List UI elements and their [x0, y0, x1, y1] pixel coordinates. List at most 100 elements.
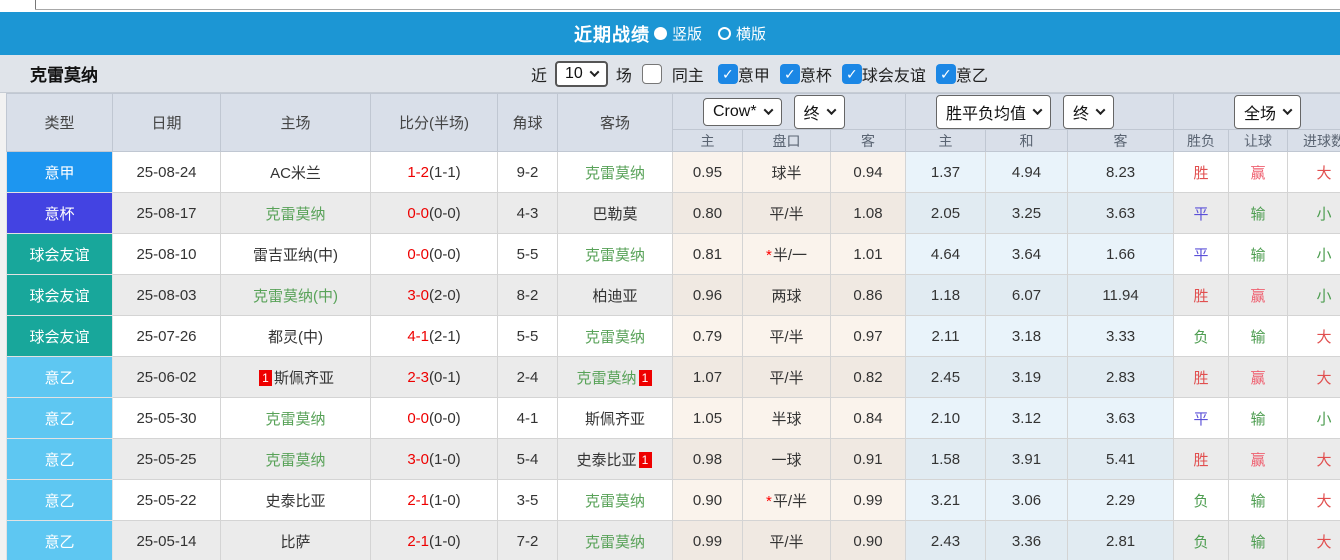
table-row: 球会友谊 25-08-10 雷吉亚纳(中) 0-0(0-0) 5-5 克雷莫纳 … [7, 234, 1340, 275]
score-fulltime: 0-0 [407, 410, 429, 427]
red-card-badge: 1 [639, 370, 652, 386]
header-corner: 角球 [498, 94, 558, 152]
league-checkbox-serie-b[interactable]: ✓ [936, 64, 956, 84]
cell-result: 胜 [1174, 275, 1229, 316]
cell-result: 负 [1174, 480, 1229, 521]
cell-goals-result: 小 [1288, 234, 1340, 275]
cell-home-team: AC米兰 [221, 152, 371, 193]
horizontal-layout-label[interactable]: 横版 [736, 23, 766, 44]
league-checkbox-coppa-italia[interactable]: ✓ [780, 64, 800, 84]
bookmaker-dropdown[interactable]: Crow* [703, 98, 782, 126]
cell-score: 1-2(1-1) [371, 152, 498, 193]
league-label-serie-b[interactable]: 意乙 [956, 62, 988, 86]
cell-mean-draw: 4.94 [986, 152, 1068, 193]
cell-mean-away: 1.66 [1068, 234, 1174, 275]
subheader-mean-away: 客 [1068, 130, 1174, 152]
league-checkbox-serie-a[interactable]: ✓ [718, 64, 738, 84]
red-card-badge: 1 [639, 452, 652, 468]
subheader-goals: 进球数 [1288, 130, 1340, 152]
cell-mean-home: 4.64 [906, 234, 986, 275]
cell-mean-home: 1.18 [906, 275, 986, 316]
match-count-select[interactable]: 10 [555, 61, 608, 87]
cell-corners: 5-5 [498, 234, 558, 275]
fullmatch-dropdown[interactable]: 全场 [1234, 95, 1301, 129]
cell-date: 25-05-22 [113, 480, 221, 521]
cell-score: 4-1(2-1) [371, 316, 498, 357]
team-name: 斯佩齐亚 [585, 411, 645, 428]
cell-mean-home: 2.05 [906, 193, 986, 234]
cell-handicap-result: 输 [1229, 480, 1288, 521]
team-name: 斯佩齐亚 [274, 370, 334, 387]
title-bar: 近期战绩 竖版 横版 [0, 12, 1340, 55]
cell-mean-away: 3.63 [1068, 398, 1174, 439]
vertical-layout-label[interactable]: 竖版 [672, 23, 702, 44]
cell-handicap-result: 赢 [1229, 152, 1288, 193]
cell-away-team: 巴勒莫 [558, 193, 673, 234]
odds-state-dropdown[interactable]: 终 [794, 95, 845, 129]
cell-odds-away: 0.86 [831, 275, 906, 316]
score-halftime: (2-1) [429, 328, 461, 345]
league-label-club-friendly[interactable]: 球会友谊 [862, 62, 926, 86]
team-name: 比萨 [280, 534, 310, 551]
cell-score: 0-0(0-0) [371, 398, 498, 439]
league-label-coppa-italia[interactable]: 意杯 [800, 62, 832, 86]
cell-odds-home: 0.98 [673, 439, 743, 480]
cell-away-team: 克雷莫纳 [558, 521, 673, 560]
star-marker: * [766, 493, 772, 510]
league-label-serie-a[interactable]: 意甲 [738, 62, 770, 86]
cell-corners: 5-4 [498, 439, 558, 480]
cell-mean-draw: 3.12 [986, 398, 1068, 439]
subheader-mean-home: 主 [906, 130, 986, 152]
cell-date: 25-07-26 [113, 316, 221, 357]
cell-mean-home: 3.21 [906, 480, 986, 521]
cell-score: 3-0(2-0) [371, 275, 498, 316]
cell-goals-result: 大 [1288, 480, 1340, 521]
cell-odds-line: *平/半 [743, 480, 831, 521]
cell-mean-away: 2.83 [1068, 357, 1174, 398]
score-halftime: (2-0) [429, 287, 461, 304]
mean-type-dropdown[interactable]: 胜平负均值 [936, 95, 1051, 129]
cell-odds-home: 0.80 [673, 193, 743, 234]
cell-corners: 9-2 [498, 152, 558, 193]
score-halftime: (1-1) [429, 164, 461, 181]
league-checkbox-club-friendly[interactable]: ✓ [842, 64, 862, 84]
cell-odds-away: 0.90 [831, 521, 906, 560]
same-home-checkbox[interactable] [642, 64, 662, 84]
team-name: 都灵(中) [268, 329, 323, 346]
cropped-top-strip [0, 0, 1340, 12]
cell-league-badge: 球会友谊 [7, 275, 113, 316]
cell-mean-home: 2.10 [906, 398, 986, 439]
cell-score: 0-0(0-0) [371, 234, 498, 275]
team-name: 柏迪亚 [592, 288, 637, 305]
cell-mean-draw: 3.91 [986, 439, 1068, 480]
cell-mean-draw: 3.18 [986, 316, 1068, 357]
cell-league-badge: 意杯 [7, 193, 113, 234]
cell-home-team: 1斯佩齐亚 [221, 357, 371, 398]
cell-score: 2-1(1-0) [371, 521, 498, 560]
mean-group-header: 胜平负均值 终 [906, 94, 1174, 130]
mean-state-dropdown[interactable]: 终 [1063, 95, 1114, 129]
cell-mean-away: 5.41 [1068, 439, 1174, 480]
cell-score: 2-3(0-1) [371, 357, 498, 398]
score-halftime: (0-0) [429, 246, 461, 263]
cell-odds-home: 0.95 [673, 152, 743, 193]
score-fulltime: 3-0 [407, 287, 429, 304]
team-name: 克雷莫纳 [585, 534, 645, 551]
vertical-layout-radio[interactable] [654, 27, 667, 40]
cell-league-badge: 意甲 [7, 152, 113, 193]
cell-odds-line: 平/半 [743, 521, 831, 560]
cell-away-team: 史泰比亚1 [558, 439, 673, 480]
score-halftime: (1-0) [429, 492, 461, 509]
horizontal-layout-radio[interactable] [718, 27, 731, 40]
team-name: AC米兰 [270, 165, 321, 182]
cell-odds-home: 1.07 [673, 357, 743, 398]
cell-league-badge: 意乙 [7, 521, 113, 560]
cell-date: 25-06-02 [113, 357, 221, 398]
cell-mean-away: 8.23 [1068, 152, 1174, 193]
cell-home-team: 史泰比亚 [221, 480, 371, 521]
cell-odds-line: 平/半 [743, 193, 831, 234]
header-type: 类型 [7, 94, 113, 152]
cell-away-team: 克雷莫纳 [558, 480, 673, 521]
cell-mean-draw: 6.07 [986, 275, 1068, 316]
cell-away-team: 克雷莫纳 [558, 316, 673, 357]
